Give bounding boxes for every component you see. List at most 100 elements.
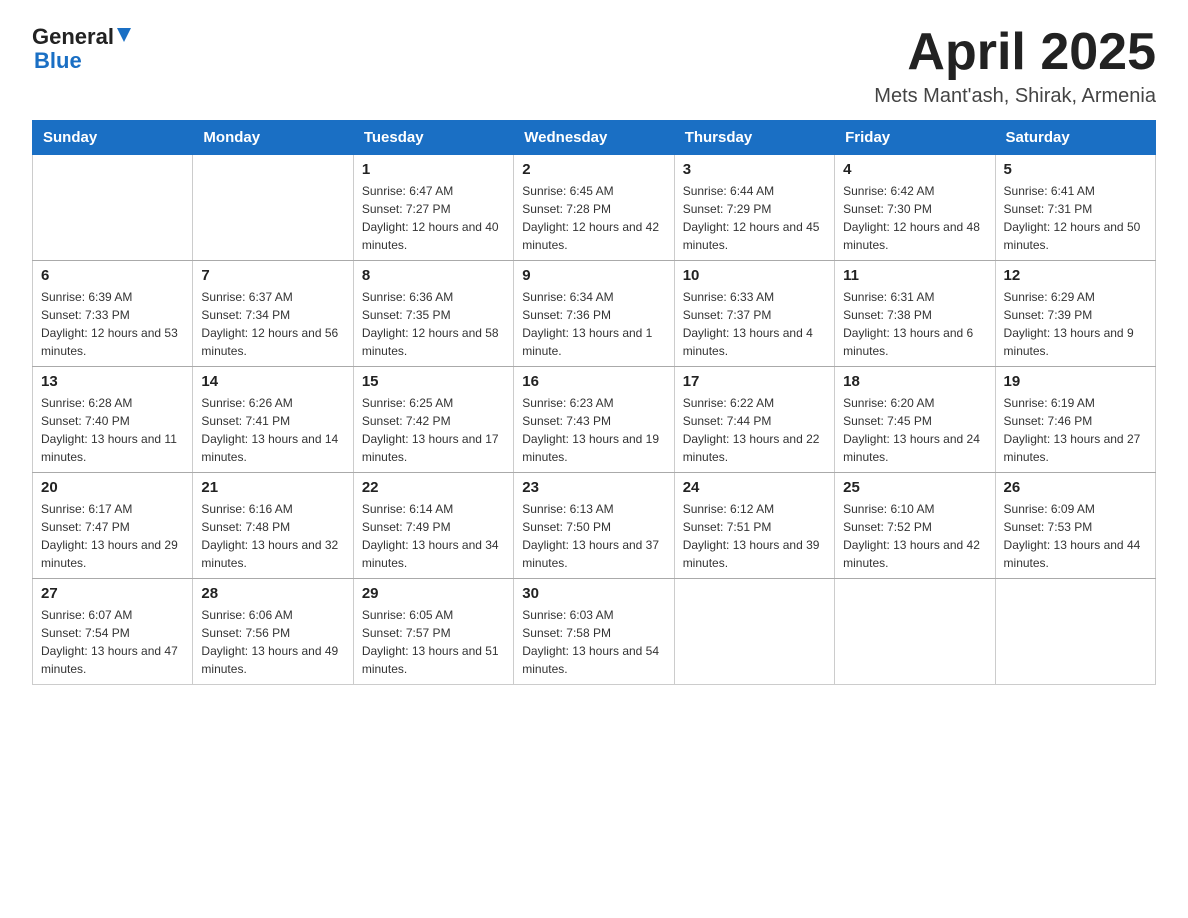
- calendar-cell-w3-d4: 17Sunrise: 6:22 AMSunset: 7:44 PMDayligh…: [674, 367, 834, 473]
- calendar-cell-w1-d5: 4 Sunrise: 6:42 AMSunset: 7:30 PMDaylight…: [835, 155, 995, 261]
- calendar-cell-w2-d2: 8Sunrise: 6:36 AMSunset: 7:35 PMDaylight…: [353, 261, 513, 367]
- day-number: 19: [1004, 373, 1147, 390]
- day-number: 20: [41, 479, 184, 496]
- day-info: Sunrise: 6:03 AMSunset: 7:58 PMDaylight:…: [522, 606, 665, 678]
- day-number: 2: [522, 161, 665, 178]
- day-number: 13: [41, 373, 184, 390]
- calendar-cell-w3-d5: 18Sunrise: 6:20 AMSunset: 7:45 PMDayligh…: [835, 367, 995, 473]
- day-info: Sunrise: 6:33 AMSunset: 7:37 PMDaylight:…: [683, 288, 826, 360]
- day-number: 29: [362, 585, 505, 602]
- calendar-table: Sunday Monday Tuesday Wednesday Thursday…: [32, 120, 1156, 685]
- calendar-cell-w3-d1: 14Sunrise: 6:26 AMSunset: 7:41 PMDayligh…: [193, 367, 353, 473]
- page-header: General Blue April 2025 Mets Mant'ash, S…: [32, 24, 1156, 108]
- calendar-cell-w2-d0: 6 Sunrise: 6:39 AMSunset: 7:33 PMDaylight…: [33, 261, 193, 367]
- day-info: Sunrise: 6:42 AMSunset: 7:30 PMDaylight:…: [843, 182, 986, 254]
- day-info: Sunrise: 6:17 AMSunset: 7:47 PMDaylight:…: [41, 500, 184, 572]
- calendar-cell-w2-d5: 11 Sunrise: 6:31 AMSunset: 7:38 PMDayligh…: [835, 261, 995, 367]
- calendar-cell-w5-d5: [835, 579, 995, 685]
- calendar-cell-w1-d4: 3 Sunrise: 6:44 AMSunset: 7:29 PMDaylight…: [674, 155, 834, 261]
- day-number: 16: [522, 373, 665, 390]
- calendar-cell-w5-d1: 28Sunrise: 6:06 AMSunset: 7:56 PMDayligh…: [193, 579, 353, 685]
- calendar-cell-w4-d5: 25 Sunrise: 6:10 AMSunset: 7:52 PMDayligh…: [835, 473, 995, 579]
- day-number: 5: [1004, 161, 1147, 178]
- logo-general-text: General: [32, 24, 114, 50]
- calendar-cell-w5-d6: [995, 579, 1155, 685]
- day-info: Sunrise: 6:09 AMSunset: 7:53 PMDaylight:…: [1004, 500, 1147, 572]
- week-row-3: 13 Sunrise: 6:28 AMSunset: 7:40 PMDayligh…: [33, 367, 1156, 473]
- day-number: 3: [683, 161, 826, 178]
- header-wednesday: Wednesday: [514, 121, 674, 155]
- header-sunday: Sunday: [33, 121, 193, 155]
- header-tuesday: Tuesday: [353, 121, 513, 155]
- calendar-cell-w5-d0: 27Sunrise: 6:07 AMSunset: 7:54 PMDayligh…: [33, 579, 193, 685]
- day-info: Sunrise: 6:39 AMSunset: 7:33 PMDaylight:…: [41, 288, 184, 360]
- calendar-cell-w3-d3: 16 Sunrise: 6:23 AMSunset: 7:43 PMDayligh…: [514, 367, 674, 473]
- day-info: Sunrise: 6:37 AMSunset: 7:34 PMDaylight:…: [201, 288, 344, 360]
- day-number: 22: [362, 479, 505, 496]
- calendar-cell-w1-d1: [193, 155, 353, 261]
- day-info: Sunrise: 6:19 AMSunset: 7:46 PMDaylight:…: [1004, 394, 1147, 466]
- calendar-cell-w5-d4: [674, 579, 834, 685]
- page-title: April 2025: [874, 24, 1156, 81]
- calendar-cell-w1-d2: 1 Sunrise: 6:47 AMSunset: 7:27 PMDaylight…: [353, 155, 513, 261]
- day-number: 1: [362, 161, 505, 178]
- day-number: 9: [522, 267, 665, 284]
- day-info: Sunrise: 6:22 AMSunset: 7:44 PMDaylight:…: [683, 394, 826, 466]
- calendar-cell-w3-d6: 19 Sunrise: 6:19 AMSunset: 7:46 PMDayligh…: [995, 367, 1155, 473]
- calendar-cell-w5-d3: 30Sunrise: 6:03 AMSunset: 7:58 PMDayligh…: [514, 579, 674, 685]
- day-number: 7: [201, 267, 344, 284]
- day-info: Sunrise: 6:44 AMSunset: 7:29 PMDaylight:…: [683, 182, 826, 254]
- calendar-cell-w2-d6: 12 Sunrise: 6:29 AMSunset: 7:39 PMDayligh…: [995, 261, 1155, 367]
- calendar-cell-w4-d3: 23 Sunrise: 6:13 AMSunset: 7:50 PMDayligh…: [514, 473, 674, 579]
- day-number: 4: [843, 161, 986, 178]
- day-info: Sunrise: 6:26 AMSunset: 7:41 PMDaylight:…: [201, 394, 344, 466]
- calendar-cell-w3-d0: 13 Sunrise: 6:28 AMSunset: 7:40 PMDayligh…: [33, 367, 193, 473]
- day-info: Sunrise: 6:28 AMSunset: 7:40 PMDaylight:…: [41, 394, 184, 466]
- title-block: April 2025 Mets Mant'ash, Shirak, Armeni…: [874, 24, 1156, 108]
- header-monday: Monday: [193, 121, 353, 155]
- day-number: 11: [843, 267, 986, 284]
- day-info: Sunrise: 6:34 AMSunset: 7:36 PMDaylight:…: [522, 288, 665, 360]
- weekday-header-row: Sunday Monday Tuesday Wednesday Thursday…: [33, 121, 1156, 155]
- day-info: Sunrise: 6:07 AMSunset: 7:54 PMDaylight:…: [41, 606, 184, 678]
- day-number: 26: [1004, 479, 1147, 496]
- day-info: Sunrise: 6:23 AMSunset: 7:43 PMDaylight:…: [522, 394, 665, 466]
- header-friday: Friday: [835, 121, 995, 155]
- day-number: 24: [683, 479, 826, 496]
- day-info: Sunrise: 6:20 AMSunset: 7:45 PMDaylight:…: [843, 394, 986, 466]
- calendar-cell-w4-d1: 21Sunrise: 6:16 AMSunset: 7:48 PMDayligh…: [193, 473, 353, 579]
- header-thursday: Thursday: [674, 121, 834, 155]
- calendar-cell-w5-d2: 29 Sunrise: 6:05 AMSunset: 7:57 PMDayligh…: [353, 579, 513, 685]
- calendar-cell-w4-d2: 22Sunrise: 6:14 AMSunset: 7:49 PMDayligh…: [353, 473, 513, 579]
- week-row-2: 6 Sunrise: 6:39 AMSunset: 7:33 PMDaylight…: [33, 261, 1156, 367]
- calendar-cell-w2-d1: 7 Sunrise: 6:37 AMSunset: 7:34 PMDaylight…: [193, 261, 353, 367]
- day-info: Sunrise: 6:05 AMSunset: 7:57 PMDaylight:…: [362, 606, 505, 678]
- week-row-4: 20 Sunrise: 6:17 AMSunset: 7:47 PMDayligh…: [33, 473, 1156, 579]
- week-row-1: 1 Sunrise: 6:47 AMSunset: 7:27 PMDaylight…: [33, 155, 1156, 261]
- day-number: 8: [362, 267, 505, 284]
- calendar-cell-w3-d2: 15 Sunrise: 6:25 AMSunset: 7:42 PMDayligh…: [353, 367, 513, 473]
- day-info: Sunrise: 6:25 AMSunset: 7:42 PMDaylight:…: [362, 394, 505, 466]
- calendar-cell-w1-d0: [33, 155, 193, 261]
- day-info: Sunrise: 6:13 AMSunset: 7:50 PMDaylight:…: [522, 500, 665, 572]
- calendar-cell-w4-d4: 24 Sunrise: 6:12 AMSunset: 7:51 PMDayligh…: [674, 473, 834, 579]
- day-number: 12: [1004, 267, 1147, 284]
- day-info: Sunrise: 6:29 AMSunset: 7:39 PMDaylight:…: [1004, 288, 1147, 360]
- day-info: Sunrise: 6:47 AMSunset: 7:27 PMDaylight:…: [362, 182, 505, 254]
- calendar-cell-w1-d6: 5 Sunrise: 6:41 AMSunset: 7:31 PMDaylight…: [995, 155, 1155, 261]
- calendar-cell-w1-d3: 2 Sunrise: 6:45 AMSunset: 7:28 PMDaylight…: [514, 155, 674, 261]
- day-info: Sunrise: 6:12 AMSunset: 7:51 PMDaylight:…: [683, 500, 826, 572]
- day-info: Sunrise: 6:41 AMSunset: 7:31 PMDaylight:…: [1004, 182, 1147, 254]
- day-info: Sunrise: 6:06 AMSunset: 7:56 PMDaylight:…: [201, 606, 344, 678]
- week-row-5: 27Sunrise: 6:07 AMSunset: 7:54 PMDayligh…: [33, 579, 1156, 685]
- calendar-cell-w2-d4: 10Sunrise: 6:33 AMSunset: 7:37 PMDayligh…: [674, 261, 834, 367]
- day-number: 15: [362, 373, 505, 390]
- calendar-cell-w4-d0: 20 Sunrise: 6:17 AMSunset: 7:47 PMDayligh…: [33, 473, 193, 579]
- day-info: Sunrise: 6:45 AMSunset: 7:28 PMDaylight:…: [522, 182, 665, 254]
- day-number: 23: [522, 479, 665, 496]
- day-number: 25: [843, 479, 986, 496]
- day-number: 6: [41, 267, 184, 284]
- logo: General Blue: [32, 24, 134, 74]
- day-info: Sunrise: 6:10 AMSunset: 7:52 PMDaylight:…: [843, 500, 986, 572]
- day-info: Sunrise: 6:31 AMSunset: 7:38 PMDaylight:…: [843, 288, 986, 360]
